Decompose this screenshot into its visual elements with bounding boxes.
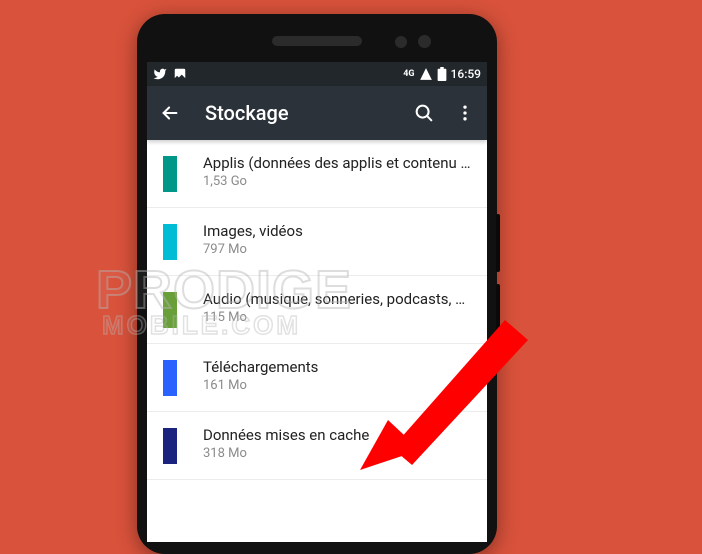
row-size: 161 Mo	[203, 378, 471, 393]
bezel-speaker	[272, 36, 362, 46]
storage-row-cache[interactable]: Données mises en cache 318 Mo	[147, 412, 487, 480]
color-swatch	[163, 156, 177, 192]
status-bar: 4G 16:59	[147, 62, 487, 86]
clock: 16:59	[451, 67, 481, 81]
row-title: Téléchargements	[203, 358, 471, 376]
twitter-icon	[153, 67, 167, 81]
network-label: 4G	[403, 69, 414, 79]
search-button[interactable]	[413, 102, 435, 124]
storage-row-audio[interactable]: Audio (musique, sonneries, podcasts, etc…	[147, 276, 487, 344]
storage-row-apps[interactable]: Applis (données des applis et contenu mu…	[147, 140, 487, 208]
signal-icon	[419, 67, 433, 81]
image-icon	[173, 67, 187, 81]
row-size: 1,53 Go	[203, 174, 471, 189]
row-size: 318 Mo	[203, 446, 471, 461]
storage-row-downloads[interactable]: Téléchargements 161 Mo	[147, 344, 487, 412]
storage-list: Applis (données des applis et contenu mu…	[147, 140, 487, 480]
color-swatch	[163, 428, 177, 464]
side-button	[496, 214, 500, 272]
color-swatch	[163, 292, 177, 328]
row-title: Images, vidéos	[203, 222, 471, 240]
row-size: 115 Mo	[203, 310, 471, 325]
bezel-sensor	[418, 35, 431, 48]
storage-row-images[interactable]: Images, vidéos 797 Mo	[147, 208, 487, 276]
page-title: Stockage	[205, 101, 289, 125]
row-title: Données mises en cache	[203, 426, 471, 444]
row-title: Applis (données des applis et contenu mu…	[203, 154, 471, 172]
screen: 4G 16:59 Stockage	[147, 62, 487, 542]
app-bar: Stockage	[147, 86, 487, 140]
color-swatch	[163, 224, 177, 260]
overflow-menu-button[interactable]	[455, 103, 475, 123]
back-button[interactable]	[159, 102, 181, 124]
color-swatch	[163, 360, 177, 396]
battery-icon	[437, 67, 447, 81]
side-button	[496, 284, 500, 342]
row-title: Audio (musique, sonneries, podcasts, etc…	[203, 290, 471, 308]
phone-frame: 4G 16:59 Stockage	[137, 14, 497, 554]
row-size: 797 Mo	[203, 242, 471, 257]
bezel-camera	[395, 36, 407, 48]
